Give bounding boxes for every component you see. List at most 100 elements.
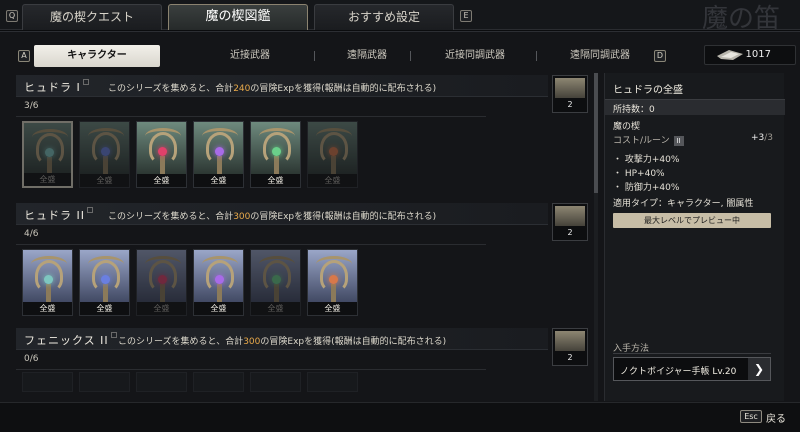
series-name: ヒュドラ I bbox=[24, 79, 89, 95]
card[interactable]: 全盛 bbox=[136, 249, 187, 316]
card-label: 全盛 bbox=[137, 174, 186, 187]
owned-count-row: 所持数：0 bbox=[605, 100, 785, 115]
divider bbox=[613, 353, 771, 354]
series-header: フェニックス II このシリーズを集めると、合計300の冒険Expを獲得(報酬は… bbox=[16, 328, 548, 350]
card[interactable]: 全盛 bbox=[307, 121, 358, 188]
card[interactable] bbox=[22, 372, 73, 392]
series-name: ヒュドラ II bbox=[24, 207, 93, 223]
card[interactable] bbox=[193, 372, 244, 392]
card-label: 全盛 bbox=[23, 302, 72, 315]
tab-quest[interactable]: 魔の楔クエスト bbox=[22, 4, 162, 30]
card[interactable]: 全盛 bbox=[136, 121, 187, 188]
series-header: ヒュドラ II このシリーズを集めると、合計300の冒険Expを獲得(報酬は自動… bbox=[16, 203, 548, 225]
subtab-melee-weapon[interactable]: 近接武器 bbox=[176, 45, 324, 67]
effect-defense: ・ 防御力+40% bbox=[613, 183, 680, 193]
card[interactable] bbox=[136, 372, 187, 392]
applies-type: 適用タイプ：キャラクター, 闇属性 bbox=[613, 199, 754, 209]
back-button[interactable]: 戻る bbox=[766, 410, 786, 425]
chevron-right-icon: ❯ bbox=[748, 358, 770, 380]
hydra-wedge-icon bbox=[251, 122, 300, 176]
effect-attack: ・ 攻撃力+40% bbox=[613, 155, 680, 165]
item-type: 魔の楔 bbox=[613, 122, 641, 132]
series-reward[interactable]: 2 bbox=[552, 328, 588, 366]
reward-count: 2 bbox=[567, 353, 573, 362]
key-hint-d: D bbox=[654, 50, 666, 62]
hydra-wedge-icon bbox=[80, 250, 129, 304]
series-description: このシリーズを集めると、合計300の冒険Expを獲得(報酬は自動的に配布される) bbox=[118, 337, 447, 347]
acquire-source-button[interactable]: ノクトボイジャー手帳 Lv.20 ❯ bbox=[613, 357, 771, 381]
scrollbar-thumb[interactable] bbox=[594, 73, 598, 193]
card[interactable]: 全盛 bbox=[22, 121, 73, 188]
hydra-wedge-icon bbox=[23, 250, 72, 304]
background-watermark: 魔の笛 bbox=[701, 4, 780, 34]
divider bbox=[536, 51, 537, 61]
rune-badge-icon: II bbox=[673, 136, 684, 146]
subtab-ranged-sync-weapon[interactable]: 遠隔同調武器 bbox=[538, 45, 662, 67]
esc-key-hint[interactable]: Esc bbox=[740, 410, 762, 423]
series-count: 0/6 bbox=[24, 354, 39, 364]
series-count: 4/6 bbox=[24, 229, 39, 239]
card[interactable]: 全盛 bbox=[22, 249, 73, 316]
subtab-ranged-weapon[interactable]: 遠隔武器 bbox=[314, 45, 420, 67]
card[interactable]: 全盛 bbox=[193, 249, 244, 316]
series-mark-icon bbox=[87, 207, 93, 213]
preview-max-level-button[interactable]: 最大レベルでプレビュー中 bbox=[613, 213, 771, 228]
card[interactable]: 全盛 bbox=[79, 121, 130, 188]
footer-bar: Esc 戻る bbox=[0, 402, 800, 432]
hydra-wedge-icon bbox=[24, 123, 71, 177]
tab-encyclopedia[interactable]: 魔の楔図鑑 bbox=[168, 4, 308, 30]
hydra-wedge-icon bbox=[308, 250, 357, 304]
series-description: このシリーズを集めると、合計240の冒険Expを獲得(報酬は自動的に配布される) bbox=[108, 84, 437, 94]
series-header: ヒュドラ I このシリーズを集めると、合計240の冒険Expを獲得(報酬は自動的… bbox=[16, 75, 548, 97]
divider bbox=[16, 369, 486, 370]
hydra-wedge-icon bbox=[194, 250, 243, 304]
series-description: このシリーズを集めると、合計300の冒険Expを獲得(報酬は自動的に配布される) bbox=[108, 212, 437, 222]
cost-label: コスト/ルーン bbox=[613, 136, 670, 146]
series-mark-icon bbox=[82, 79, 89, 85]
acquire-source: ノクトボイジャー手帳 Lv.20 bbox=[620, 367, 737, 377]
card[interactable] bbox=[79, 372, 130, 392]
hydra-wedge-icon bbox=[194, 122, 243, 176]
key-hint-q: Q bbox=[6, 10, 18, 22]
series-list[interactable]: ヒュドラ I このシリーズを集めると、合計240の冒険Expを獲得(報酬は自動的… bbox=[16, 73, 591, 401]
currency-value: 1017 bbox=[745, 49, 771, 60]
subtab-melee-sync-weapon[interactable]: 近接同調武器 bbox=[416, 45, 534, 67]
category-tabs: A キャラクター 近接武器 遠隔武器 近接同調武器 遠隔同調武器 D 1017 bbox=[18, 45, 796, 67]
card[interactable]: 全盛 bbox=[250, 249, 301, 316]
effect-hp: ・ HP+40% bbox=[613, 169, 665, 179]
cost-row: コスト/ルーン II +3/3 bbox=[613, 133, 773, 146]
tab-recommended[interactable]: おすすめ設定 bbox=[314, 4, 454, 30]
reward-count: 2 bbox=[567, 228, 573, 237]
hydra-wedge-icon bbox=[308, 122, 357, 176]
reward-item-icon bbox=[555, 78, 585, 98]
currency-display: 1017 bbox=[704, 45, 796, 65]
card[interactable]: 全盛 bbox=[193, 121, 244, 188]
hydra-wedge-icon bbox=[80, 122, 129, 176]
key-hint-a: A bbox=[18, 50, 30, 62]
hydra-wedge-icon bbox=[137, 250, 186, 304]
divider bbox=[16, 116, 486, 117]
list-scrollbar[interactable] bbox=[594, 73, 598, 401]
card-label: 全盛 bbox=[251, 174, 300, 187]
card-label: 全盛 bbox=[194, 302, 243, 315]
card[interactable] bbox=[307, 372, 358, 392]
card[interactable]: 全盛 bbox=[307, 249, 358, 316]
reward-item-icon bbox=[555, 331, 585, 351]
series-reward[interactable]: 2 bbox=[552, 75, 588, 113]
owned-count: 所持数：0 bbox=[613, 105, 655, 115]
divider bbox=[16, 244, 486, 245]
hydra-wedge-icon bbox=[137, 122, 186, 176]
card[interactable]: 全盛 bbox=[79, 249, 130, 316]
card-label: 全盛 bbox=[194, 174, 243, 187]
subtab-character[interactable]: キャラクター bbox=[34, 45, 160, 67]
card[interactable] bbox=[250, 372, 301, 392]
series-reward[interactable]: 2 bbox=[552, 203, 588, 241]
series-mark-icon bbox=[110, 332, 117, 338]
series-count: 3/6 bbox=[24, 101, 39, 111]
card-label: 全盛 bbox=[80, 302, 129, 315]
hydra-wedge-icon bbox=[251, 250, 300, 304]
card-label: 全盛 bbox=[137, 302, 186, 315]
card-label: 全盛 bbox=[308, 302, 357, 315]
card-label: 全盛 bbox=[251, 302, 300, 315]
card[interactable]: 全盛 bbox=[250, 121, 301, 188]
